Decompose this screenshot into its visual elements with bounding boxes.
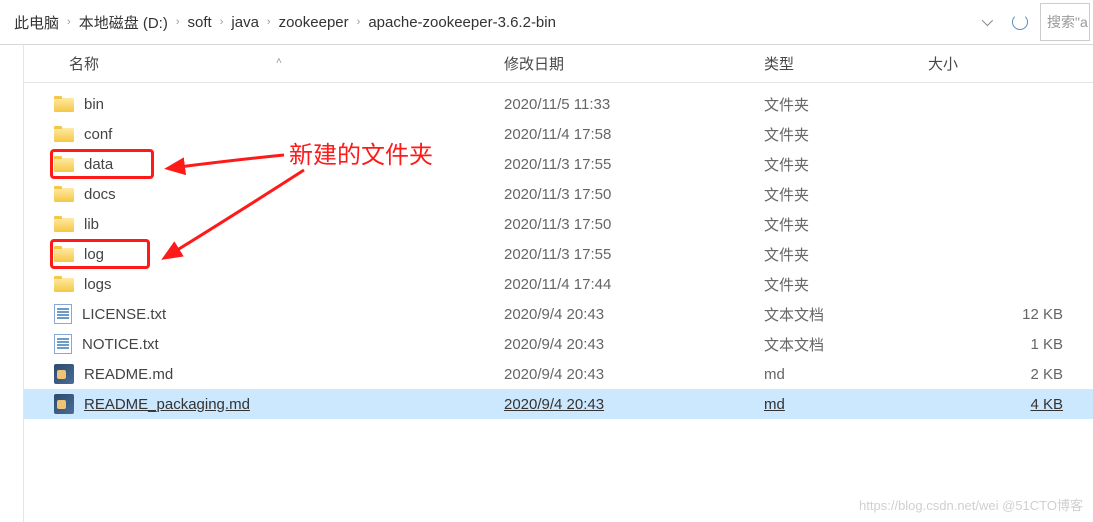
txt-icon [54,304,72,324]
file-size: 4 KB [924,396,1093,413]
file-modified: 2020/9/4 20:43 [464,366,724,383]
crumb-drive[interactable]: 本地磁盘 (D:) [73,9,174,36]
md-icon [54,364,74,384]
file-modified: 2020/9/4 20:43 [464,306,724,323]
column-header-name[interactable]: 名称 ˄ [24,53,464,74]
folder-icon [54,216,74,232]
crumb-folder[interactable]: java [225,11,265,34]
file-name-cell: LICENSE.txt [24,304,464,324]
file-modified: 2020/11/4 17:44 [464,276,724,293]
crumb-folder[interactable]: soft [182,11,218,34]
file-name-text: bin [84,96,104,113]
file-modified: 2020/11/3 17:55 [464,246,724,263]
history-dropdown-icon[interactable] [982,15,993,26]
file-name-text: docs [84,186,116,203]
file-type: md [724,366,924,383]
file-type: 文件夹 [724,94,924,115]
file-modified: 2020/11/3 17:50 [464,216,724,233]
column-header-row: 名称 ˄ 修改日期 类型 大小 [24,45,1093,83]
file-name-cell: logs [24,276,464,293]
file-name-text: conf [84,126,112,143]
file-rows: bin2020/11/5 11:33文件夹conf2020/11/4 17:58… [24,83,1093,419]
breadcrumb[interactable]: 此电脑 › 本地磁盘 (D:) › soft › java › zookeepe… [3,2,1036,42]
sort-indicator-icon: ˄ [276,56,282,67]
md-icon [54,394,74,414]
folder-icon [54,186,74,202]
file-name-text: NOTICE.txt [82,336,159,353]
crumb-current[interactable]: apache-zookeeper-3.6.2-bin [362,11,562,34]
file-type: 文本文档 [724,334,924,355]
file-type: 文件夹 [724,124,924,145]
folder-icon [54,126,74,142]
column-header-modified[interactable]: 修改日期 [464,53,724,74]
chevron-right-icon: › [265,16,273,28]
file-modified: 2020/11/3 17:50 [464,186,724,203]
column-header-type[interactable]: 类型 [724,53,924,74]
file-name-cell: conf [24,126,464,143]
file-modified: 2020/9/4 20:43 [464,396,724,413]
file-name-cell: log [24,246,464,263]
txt-icon [54,334,72,354]
file-type: 文本文档 [724,304,924,325]
crumb-folder[interactable]: zookeeper [273,11,355,34]
crumb-root[interactable]: 此电脑 [8,9,65,36]
file-name-cell: bin [24,96,464,113]
file-size: 2 KB [924,366,1093,383]
file-name-text: README.md [84,366,173,383]
file-row[interactable]: README.md 2020/9/4 20:43md2 KB [24,359,1093,389]
file-name-cell: lib [24,216,464,233]
chevron-right-icon: › [65,16,73,28]
file-row[interactable]: lib 2020/11/3 17:50文件夹 [24,209,1093,239]
file-type: 文件夹 [724,244,924,265]
file-name-text: log [84,246,104,263]
file-row[interactable]: conf 2020/11/4 17:58文件夹 [24,119,1093,149]
file-name-cell: NOTICE.txt [24,334,464,354]
file-row[interactable]: docs 2020/11/3 17:50文件夹 [24,179,1093,209]
file-row[interactable]: data 2020/11/3 17:55文件夹 [24,149,1093,179]
file-name-text: logs [84,276,112,293]
folder-icon [54,246,74,262]
nav-sidebar [0,45,24,522]
address-bar: 此电脑 › 本地磁盘 (D:) › soft › java › zookeepe… [0,0,1093,45]
file-type: 文件夹 [724,154,924,175]
column-header-size[interactable]: 大小 [924,53,1093,74]
chevron-right-icon: › [218,16,226,28]
search-input[interactable]: 搜索"a [1040,3,1090,41]
file-row[interactable]: NOTICE.txt 2020/9/4 20:43文本文档1 KB [24,329,1093,359]
file-row[interactable]: logs 2020/11/4 17:44文件夹 [24,269,1093,299]
file-type: 文件夹 [724,274,924,295]
file-type: md [724,396,924,413]
file-name-text: lib [84,216,99,233]
file-type: 文件夹 [724,184,924,205]
file-modified: 2020/11/3 17:55 [464,156,724,173]
file-row[interactable]: README_packaging.md 2020/9/4 20:43md4 KB [24,389,1093,419]
file-name-cell: data [24,156,464,173]
content-area: 名称 ˄ 修改日期 类型 大小 bin2020/11/5 11:33文件夹con… [0,45,1093,522]
folder-icon [54,276,74,292]
folder-icon [54,156,74,172]
file-row[interactable]: LICENSE.txt 2020/9/4 20:43文本文档12 KB [24,299,1093,329]
file-row[interactable]: log 2020/11/3 17:55文件夹 [24,239,1093,269]
file-modified: 2020/11/5 11:33 [464,96,724,113]
search-placeholder: 搜索"a [1047,12,1088,32]
file-type: 文件夹 [724,214,924,235]
refresh-icon[interactable] [1012,14,1028,30]
file-name-cell: README.md [24,364,464,384]
chevron-right-icon: › [355,16,363,28]
file-name-cell: README_packaging.md [24,394,464,414]
file-size: 12 KB [924,306,1093,323]
file-modified: 2020/11/4 17:58 [464,126,724,143]
file-name-cell: docs [24,186,464,203]
file-name-text: LICENSE.txt [82,306,166,323]
file-size: 1 KB [924,336,1093,353]
folder-icon [54,96,74,112]
file-name-text: README_packaging.md [84,396,250,413]
file-list: 名称 ˄ 修改日期 类型 大小 bin2020/11/5 11:33文件夹con… [24,45,1093,522]
file-modified: 2020/9/4 20:43 [464,336,724,353]
file-row[interactable]: bin 2020/11/5 11:33文件夹 [24,89,1093,119]
file-name-text: data [84,156,113,173]
chevron-right-icon: › [174,16,182,28]
